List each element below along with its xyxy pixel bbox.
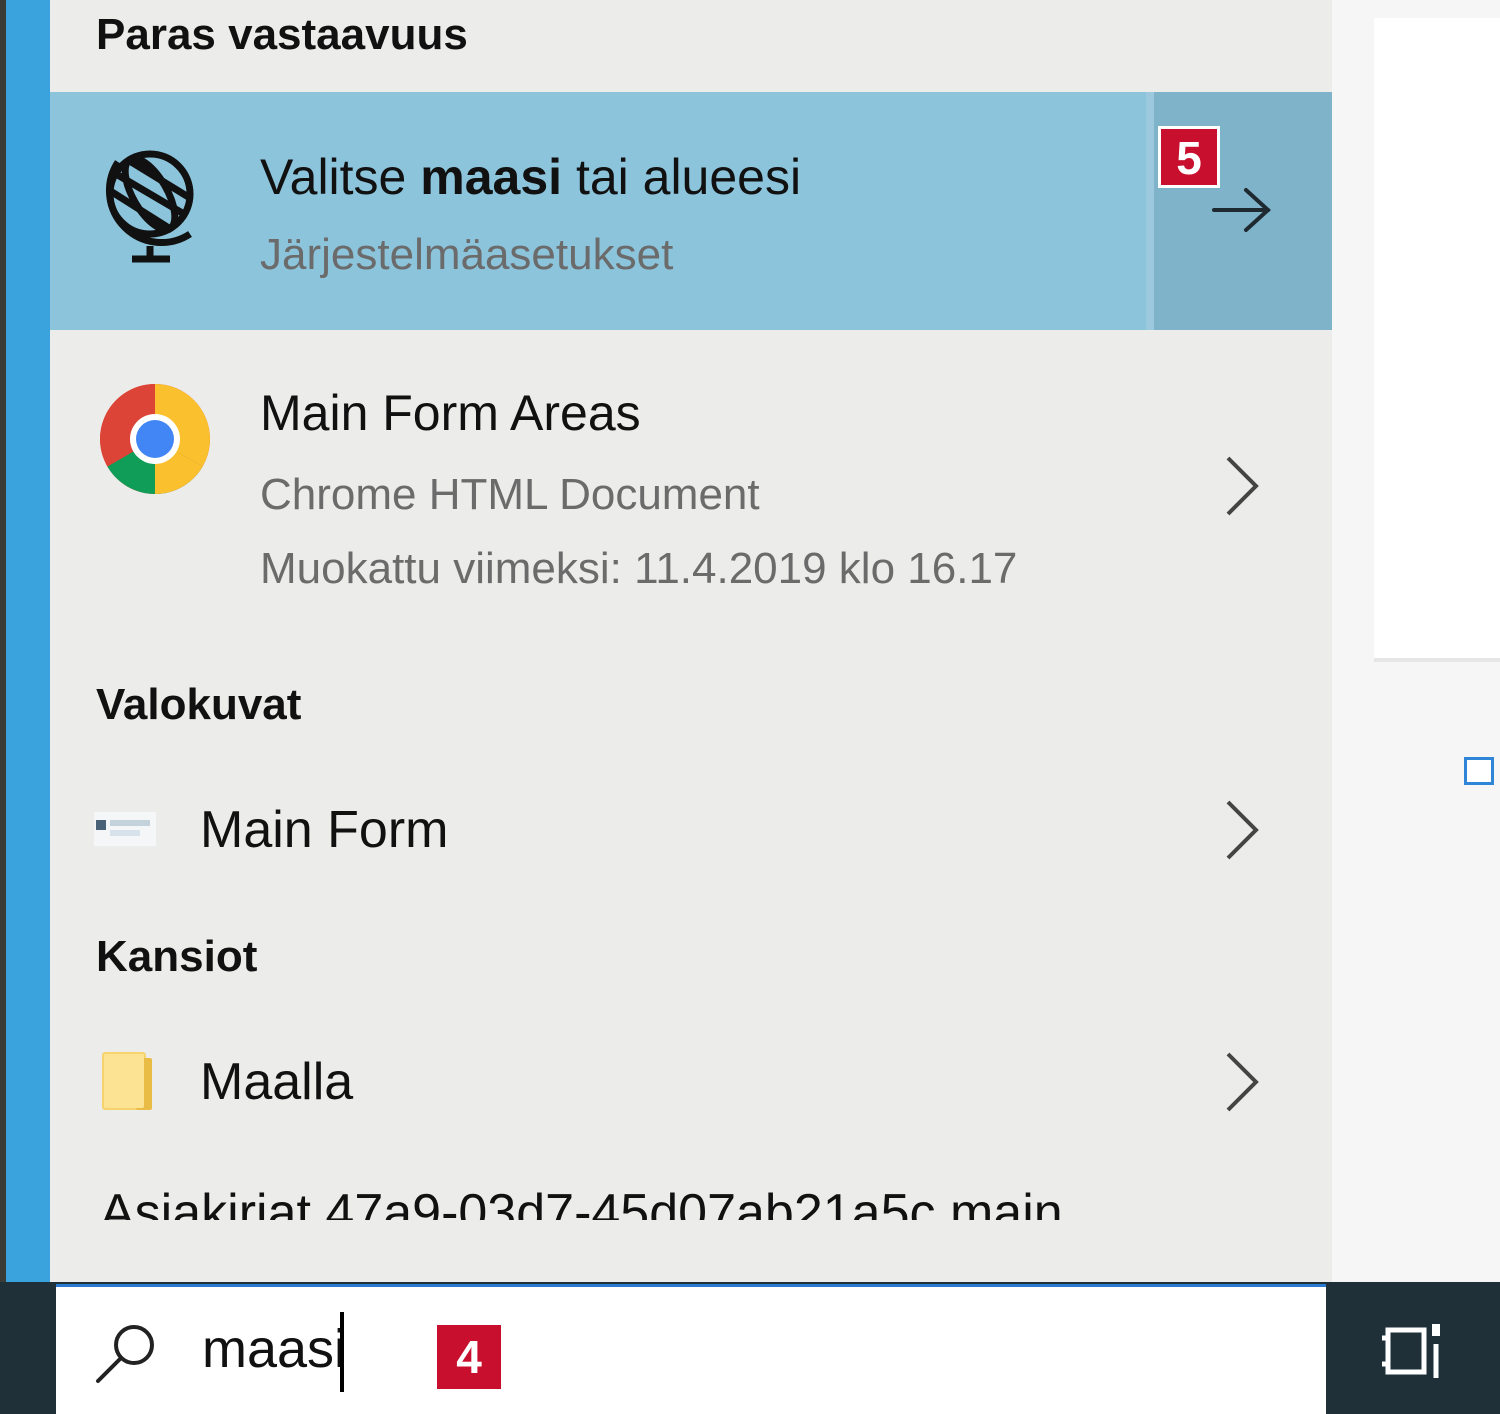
section-heading-folders: Kansiot xyxy=(96,932,258,981)
result-title: Maalla xyxy=(200,1053,354,1111)
best-match-title: Valitse maasi tai alueesi xyxy=(260,149,802,205)
section-heading-best-match: Paras vastaavuus xyxy=(96,10,468,59)
best-match-subtitle: Järjestelmäasetukset xyxy=(260,230,674,279)
best-match-open-button[interactable]: 5 xyxy=(1154,92,1332,330)
step-badge-4: 4 xyxy=(437,1325,501,1389)
best-match-separator xyxy=(1146,92,1154,330)
preview-area xyxy=(1374,18,1500,658)
start-accent-bar xyxy=(6,0,50,1282)
window-square-icon xyxy=(1464,757,1494,785)
chevron-right-icon[interactable] xyxy=(1222,798,1262,862)
search-query-text: maasi xyxy=(202,1319,347,1379)
text-caret xyxy=(340,1312,344,1392)
partial-result-text: Asiakirjat 47a9-03d7-45d07ab21a5c.main xyxy=(100,1184,1063,1220)
chevron-right-icon[interactable] xyxy=(1222,1050,1262,1114)
section-heading-photos: Valokuvat xyxy=(96,680,302,729)
result-modified: Muokattu viimeksi: 11.4.2019 klo 16.17 xyxy=(260,544,1018,593)
best-match-item[interactable]: Valitse maasi tai alueesi Järjestelmäase… xyxy=(50,92,1146,330)
step-badge-5: 5 xyxy=(1158,126,1220,188)
result-type: Chrome HTML Document xyxy=(260,470,760,519)
search-icon xyxy=(96,1325,154,1383)
preview-divider xyxy=(1374,658,1500,662)
image-thumbnail-icon xyxy=(94,812,156,846)
result-title: Main Form Areas xyxy=(260,385,641,441)
result-item-chrome-doc[interactable]: Main Form Areas Chrome HTML Document Muo… xyxy=(50,330,1332,630)
chevron-right-icon[interactable] xyxy=(1222,454,1262,518)
result-item-folder[interactable]: Maalla xyxy=(50,1022,1332,1152)
result-item-photo[interactable]: Main Form xyxy=(50,770,1332,900)
globe-icon xyxy=(105,150,194,263)
preview-pane xyxy=(1332,0,1500,1282)
chrome-icon xyxy=(100,384,210,494)
search-results-panel: Paras vastaavuus Valitse maasi tai aluee… xyxy=(50,0,1332,1282)
arrow-right-icon xyxy=(1212,188,1271,232)
result-title: Main Form xyxy=(200,801,449,859)
task-view-icon[interactable] xyxy=(1380,1318,1450,1384)
folder-icon xyxy=(102,1052,152,1110)
